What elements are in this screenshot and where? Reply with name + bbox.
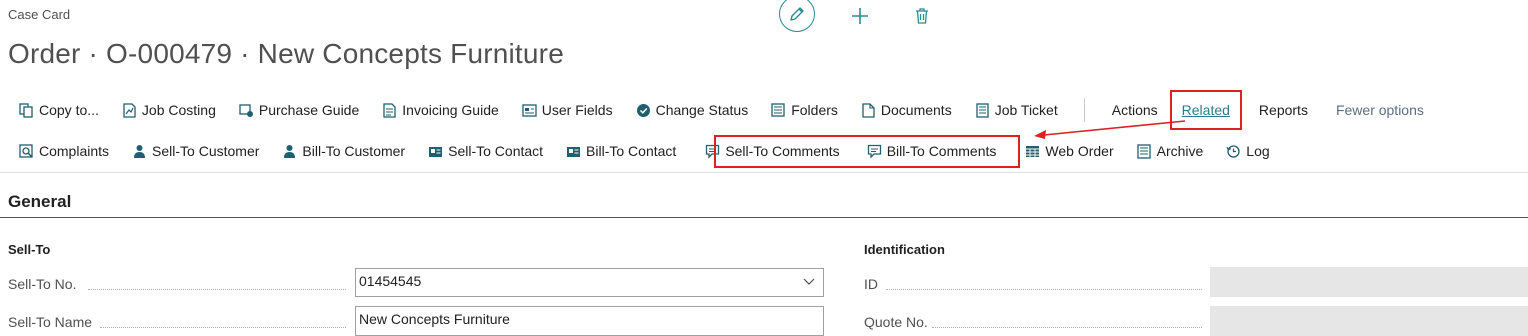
- group-heading-identification: Identification: [864, 242, 945, 257]
- copy-to-label: Copy to...: [39, 102, 99, 118]
- page-title: Order · O-000479 · New Concepts Furnitur…: [8, 38, 564, 69]
- documents-label: Documents: [880, 102, 952, 118]
- case-card-label: Case Card: [8, 7, 71, 22]
- chevron-down-icon[interactable]: [803, 278, 815, 286]
- section-title-general: General: [8, 192, 72, 211]
- bill-to-contact-label: Bill-To Contact: [586, 143, 677, 159]
- action-bar-row-2: Complaints Sell-To Customer Bill-To Cust…: [8, 136, 1282, 166]
- person-icon: [284, 144, 296, 158]
- fewer-options-button[interactable]: Fewer options: [1318, 95, 1434, 125]
- documents-action[interactable]: Documents: [850, 95, 964, 125]
- web-order-action[interactable]: Web Order: [1014, 136, 1125, 166]
- web-order-icon: [1026, 145, 1040, 157]
- bill-to-customer-action[interactable]: Bill-To Customer: [271, 136, 417, 166]
- copy-to-action[interactable]: Copy to...: [8, 95, 111, 125]
- folders-action[interactable]: Folders: [760, 95, 850, 125]
- log-action[interactable]: Log: [1215, 136, 1281, 166]
- user-fields-icon: [522, 103, 537, 117]
- contact-card-icon: [567, 146, 581, 157]
- sell-to-contact-action[interactable]: Sell-To Contact: [417, 136, 555, 166]
- sell-to-no-value: 01454545: [359, 273, 422, 289]
- complaints-icon: [19, 143, 33, 158]
- job-costing-action[interactable]: Job Costing: [111, 95, 228, 125]
- annotation-arrow-icon: [1034, 120, 1186, 139]
- folders-label: Folders: [791, 102, 838, 118]
- edit-button[interactable]: [779, 0, 815, 32]
- id-label: ID: [864, 276, 878, 292]
- change-status-label: Change Status: [655, 102, 749, 118]
- archive-action[interactable]: Archive: [1126, 136, 1216, 166]
- sell-to-no-field[interactable]: 01454545: [355, 268, 824, 297]
- complaints-label: Complaints: [39, 143, 110, 159]
- user-fields-label: User Fields: [541, 102, 613, 118]
- job-ticket-icon: [976, 102, 989, 118]
- comments-highlight-box: [714, 135, 1020, 168]
- sell-to-name-value: New Concepts Furniture: [359, 311, 510, 327]
- document-chart-icon: [123, 102, 136, 118]
- job-ticket-label: Job Ticket: [994, 102, 1058, 118]
- sell-to-name-label: Sell-To Name: [8, 314, 93, 330]
- group-heading-sell-to: Sell-To: [8, 242, 51, 257]
- copy-icon: [19, 102, 33, 118]
- invoicing-guide-label: Invoicing Guide: [402, 102, 499, 118]
- invoicing-guide-action[interactable]: Invoicing Guide: [371, 95, 511, 125]
- field-leader-dots: [886, 288, 1202, 290]
- quote-no-label: Quote No.: [864, 314, 928, 330]
- field-leader-dots: [88, 288, 346, 290]
- plus-icon: [852, 8, 868, 24]
- id-field[interactable]: [1210, 267, 1528, 297]
- log-label: Log: [1246, 143, 1270, 159]
- action-bar-row-1: Copy to... Job Costing Purchase Guide In…: [8, 90, 1434, 130]
- delete-button[interactable]: [911, 4, 933, 28]
- new-button[interactable]: [848, 4, 872, 28]
- status-check-icon: [636, 103, 650, 117]
- bill-to-contact-action[interactable]: Bill-To Contact: [555, 136, 688, 166]
- invoice-icon: [383, 102, 396, 118]
- related-label: Related: [1181, 102, 1230, 118]
- contact-card-icon: [429, 146, 443, 157]
- sell-to-customer-label: Sell-To Customer: [152, 143, 260, 159]
- change-status-action[interactable]: Change Status: [625, 95, 761, 125]
- field-leader-dots: [932, 326, 1202, 328]
- archive-label: Archive: [1156, 143, 1204, 159]
- sell-to-name-field[interactable]: New Concepts Furniture: [355, 306, 824, 336]
- complaints-action[interactable]: Complaints: [8, 136, 121, 166]
- history-icon: [1226, 144, 1240, 158]
- sell-to-no-label: Sell-To No.: [8, 276, 77, 292]
- quote-no-field[interactable]: [1210, 306, 1528, 336]
- job-costing-label: Job Costing: [141, 102, 216, 118]
- web-order-label: Web Order: [1045, 143, 1114, 159]
- document-icon: [862, 102, 875, 118]
- trash-icon: [916, 8, 928, 24]
- person-icon: [134, 144, 146, 158]
- folders-icon: [771, 102, 785, 117]
- reports-menu[interactable]: Reports: [1246, 95, 1318, 125]
- toolbar-divider: [0, 172, 1528, 173]
- section-divider: [0, 217, 1528, 218]
- field-leader-dots: [100, 326, 346, 328]
- user-fields-action[interactable]: User Fields: [511, 95, 625, 125]
- purchase-guide-label: Purchase Guide: [258, 102, 360, 118]
- sell-to-contact-label: Sell-To Contact: [448, 143, 544, 159]
- sell-to-customer-action[interactable]: Sell-To Customer: [121, 136, 271, 166]
- purchase-guide-action[interactable]: Purchase Guide: [228, 95, 371, 125]
- bill-to-customer-label: Bill-To Customer: [302, 143, 406, 159]
- archive-icon: [1136, 143, 1151, 159]
- purchase-guide-icon: [239, 103, 253, 117]
- edit-icon: [790, 7, 804, 21]
